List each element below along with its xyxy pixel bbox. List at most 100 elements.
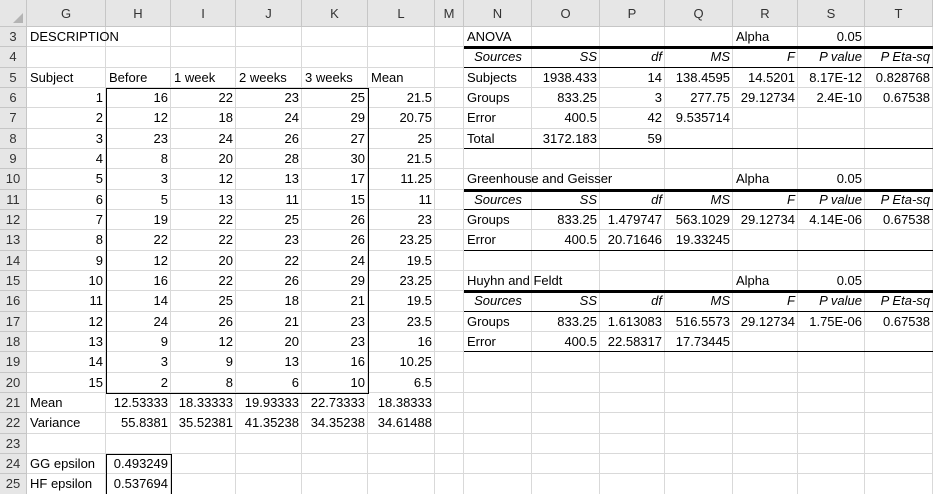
grid-cell[interactable]: [665, 148, 733, 170]
row-header-20[interactable]: 20: [0, 372, 27, 393]
row-header-13[interactable]: 13: [0, 230, 27, 251]
grid-cell[interactable]: [665, 392, 733, 414]
grid-cell[interactable]: [798, 433, 865, 454]
row-header-3[interactable]: 3: [0, 27, 27, 48]
grid-cell[interactable]: [435, 67, 464, 88]
grid-cell[interactable]: [733, 392, 798, 414]
grid-cell[interactable]: [236, 433, 302, 454]
grid-cell[interactable]: [665, 433, 733, 454]
grid-cell[interactable]: [435, 311, 464, 332]
grid-cell[interactable]: [600, 148, 665, 170]
row-header-5[interactable]: 5: [0, 67, 27, 88]
grid-cell[interactable]: [665, 352, 733, 373]
grid-cell[interactable]: [302, 27, 368, 48]
grid-cell[interactable]: [665, 270, 733, 292]
grid-cell[interactable]: [435, 372, 464, 393]
grid-cell[interactable]: [798, 453, 865, 475]
grid-cell[interactable]: [302, 474, 368, 494]
grid-cell[interactable]: [435, 270, 464, 292]
grid-cell[interactable]: [733, 250, 798, 271]
row-header-25[interactable]: 25: [0, 474, 27, 494]
grid-cell[interactable]: [171, 27, 236, 48]
column-header-h[interactable]: H: [106, 0, 171, 27]
grid-cell[interactable]: [865, 453, 933, 475]
grid-cell[interactable]: [435, 291, 464, 312]
grid-cell[interactable]: [464, 474, 532, 494]
grid-cell[interactable]: [865, 27, 933, 48]
grid-cell[interactable]: [435, 453, 464, 475]
grid-cell[interactable]: [865, 250, 933, 271]
row-header-15[interactable]: 15: [0, 270, 27, 292]
grid-cell[interactable]: [798, 413, 865, 434]
grid-cell[interactable]: [368, 453, 435, 475]
row-header-19[interactable]: 19: [0, 352, 27, 373]
grid-cell[interactable]: [464, 392, 532, 414]
grid-cell[interactable]: [464, 372, 532, 393]
grid-cell[interactable]: [665, 474, 733, 494]
grid-cell[interactable]: [665, 413, 733, 434]
grid-cell[interactable]: [302, 453, 368, 475]
grid-cell[interactable]: [435, 209, 464, 231]
grid-cell[interactable]: [435, 331, 464, 353]
grid-cell[interactable]: [600, 453, 665, 475]
grid-cell[interactable]: [532, 250, 600, 271]
grid-cell[interactable]: [665, 169, 733, 190]
row-header-21[interactable]: 21: [0, 392, 27, 414]
grid-cell[interactable]: [600, 392, 665, 414]
grid-cell[interactable]: [171, 474, 236, 494]
grid-cell[interactable]: [106, 47, 171, 68]
grid-cell[interactable]: [27, 47, 106, 68]
row-header-24[interactable]: 24: [0, 453, 27, 475]
grid-cell[interactable]: [733, 352, 798, 373]
grid-cell[interactable]: [798, 392, 865, 414]
column-header-g[interactable]: G: [27, 0, 106, 27]
grid-cell[interactable]: [171, 433, 236, 454]
column-header-l[interactable]: L: [368, 0, 435, 27]
grid-cell[interactable]: [435, 108, 464, 129]
grid-cell[interactable]: [798, 352, 865, 373]
grid-cell[interactable]: [865, 352, 933, 373]
column-header-n[interactable]: N: [464, 0, 532, 27]
grid-cell[interactable]: [600, 413, 665, 434]
column-header-t[interactable]: T: [865, 0, 933, 27]
grid-cell[interactable]: [106, 433, 171, 454]
grid-cell[interactable]: [798, 372, 865, 393]
grid-cell[interactable]: [532, 148, 600, 170]
row-header-8[interactable]: 8: [0, 128, 27, 149]
grid-cell[interactable]: [798, 474, 865, 494]
grid-cell[interactable]: [798, 250, 865, 271]
grid-cell[interactable]: [435, 189, 464, 210]
grid-cell[interactable]: [236, 27, 302, 48]
grid-cell[interactable]: [464, 250, 532, 271]
grid-cell[interactable]: [368, 27, 435, 48]
grid-cell[interactable]: [865, 392, 933, 414]
grid-cell[interactable]: [464, 453, 532, 475]
grid-cell[interactable]: [435, 230, 464, 251]
grid-cell[interactable]: [733, 474, 798, 494]
grid-cell[interactable]: [435, 250, 464, 271]
row-header-22[interactable]: 22: [0, 413, 27, 434]
grid-cell[interactable]: [798, 148, 865, 170]
grid-cell[interactable]: [733, 433, 798, 454]
column-header-s[interactable]: S: [798, 0, 865, 27]
grid-cell[interactable]: [368, 474, 435, 494]
grid-cell[interactable]: [532, 433, 600, 454]
grid-cell[interactable]: [435, 433, 464, 454]
grid-cell[interactable]: [665, 27, 733, 48]
grid-cell[interactable]: [435, 27, 464, 48]
grid-cell[interactable]: [865, 372, 933, 393]
row-header-23[interactable]: 23: [0, 433, 27, 454]
grid-cell[interactable]: [665, 250, 733, 271]
row-header-9[interactable]: 9: [0, 148, 27, 170]
row-header-7[interactable]: 7: [0, 108, 27, 129]
grid-cell[interactable]: [464, 413, 532, 434]
grid-cell[interactable]: [464, 148, 532, 170]
grid-cell[interactable]: [27, 433, 106, 454]
grid-cell[interactable]: [368, 47, 435, 68]
grid-cell[interactable]: [600, 352, 665, 373]
column-header-q[interactable]: Q: [665, 0, 733, 27]
row-header-4[interactable]: 4: [0, 47, 27, 68]
grid-cell[interactable]: [865, 148, 933, 170]
grid-cell[interactable]: [665, 372, 733, 393]
row-header-18[interactable]: 18: [0, 331, 27, 353]
